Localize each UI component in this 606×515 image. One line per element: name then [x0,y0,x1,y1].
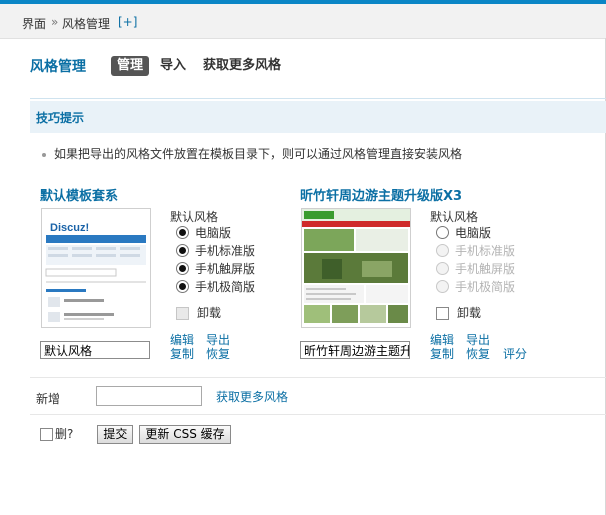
delete-label: 删? [55,427,74,441]
divider [30,377,606,378]
style-name-input[interactable]: 默认风格 [40,341,150,359]
radio-button [436,280,449,293]
footer-actions: 删? 提交 更新 CSS 缓存 [40,425,231,444]
option-mobile-minimal[interactable]: 手机极简版 [176,278,255,296]
option-mobile-minimal: 手机极简版 [436,278,515,296]
option-label: 电脑版 [195,226,232,240]
option-mobile-standard: 手机标准版 [436,242,515,260]
style-name: 默认模板套系 [40,189,119,204]
add-label: 新增 [36,392,61,406]
copy-link[interactable]: 复制 [430,345,454,362]
radio-button[interactable] [176,226,189,239]
tips-title: 技巧提示 [36,111,85,125]
copy-link[interactable]: 复制 [170,345,194,362]
radio-button [436,262,449,275]
breadcrumb-add-shortcut[interactable]: [+] [118,15,137,29]
tips-item: 如果把导出的风格文件放置在模板目录下，则可以通过风格管理直接安装风格 [42,145,462,162]
uninstall-checkbox-row: 卸载 [176,304,221,322]
option-mobile-touch[interactable]: 手机触屏版 [176,260,255,278]
option-mobile-standard[interactable]: 手机标准版 [176,242,255,260]
discuz-logo: Discuz! [50,222,89,234]
default-style-label: 默认风格 [430,210,479,224]
option-mobile-touch: 手机触屏版 [436,260,515,278]
option-pc[interactable]: 电脑版 [436,224,491,242]
bullet-icon [42,152,46,157]
radio-button[interactable] [176,280,189,293]
breadcrumb: 界面 » 风格管理 [+] [0,4,606,39]
divider [30,98,606,99]
breadcrumb-current: 风格管理 [62,17,111,31]
uninstall-label: 卸载 [457,306,482,320]
page-title: 风格管理 [30,59,86,75]
option-label: 电脑版 [455,226,492,240]
update-css-cache-button[interactable]: 更新 CSS 缓存 [139,425,231,444]
option-label: 手机标准版 [455,244,516,258]
tab-get-more-styles[interactable]: 获取更多风格 [203,56,281,76]
radio-button [436,244,449,257]
uninstall-checkbox-row[interactable]: 卸载 [436,304,481,322]
divider [30,414,606,415]
radio-button[interactable] [176,244,189,257]
get-more-styles-link[interactable]: 获取更多风格 [216,388,288,405]
option-label: 手机标准版 [195,244,256,258]
style-thumbnail[interactable] [301,208,411,328]
submit-button[interactable]: 提交 [97,425,134,444]
radio-button[interactable] [436,226,449,239]
option-pc[interactable]: 电脑版 [176,224,231,242]
uninstall-label: 卸载 [197,306,222,320]
delete-checkbox[interactable] [40,428,53,441]
style-thumbnail[interactable]: Discuz! [41,208,151,328]
style-name-input[interactable]: 昕竹轩周边游主题升级版X3 [300,341,410,359]
uninstall-checkbox[interactable] [436,307,449,320]
restore-link[interactable]: 恢复 [206,345,230,362]
tips-text: 如果把导出的风格文件放置在模板目录下，则可以通过风格管理直接安装风格 [54,147,463,161]
restore-link[interactable]: 恢复 [466,345,490,362]
add-style-input[interactable] [96,386,202,406]
tips-header: 技巧提示 [30,101,606,133]
option-label: 手机极简版 [455,280,516,294]
uninstall-checkbox [176,307,189,320]
style-name: 昕竹轩周边游主题升级版X3 [300,189,463,204]
option-label: 手机触屏版 [455,262,516,276]
breadcrumb-separator: » [51,15,59,29]
breadcrumb-home[interactable]: 界面 [22,15,46,32]
default-style-label: 默认风格 [170,210,219,224]
tab-manage[interactable]: 管理 [111,56,150,76]
tab-import[interactable]: 导入 [160,56,186,76]
option-label: 手机触屏版 [195,262,256,276]
option-label: 手机极简版 [195,280,256,294]
rate-link[interactable]: 评分 [503,345,527,362]
radio-button[interactable] [176,262,189,275]
